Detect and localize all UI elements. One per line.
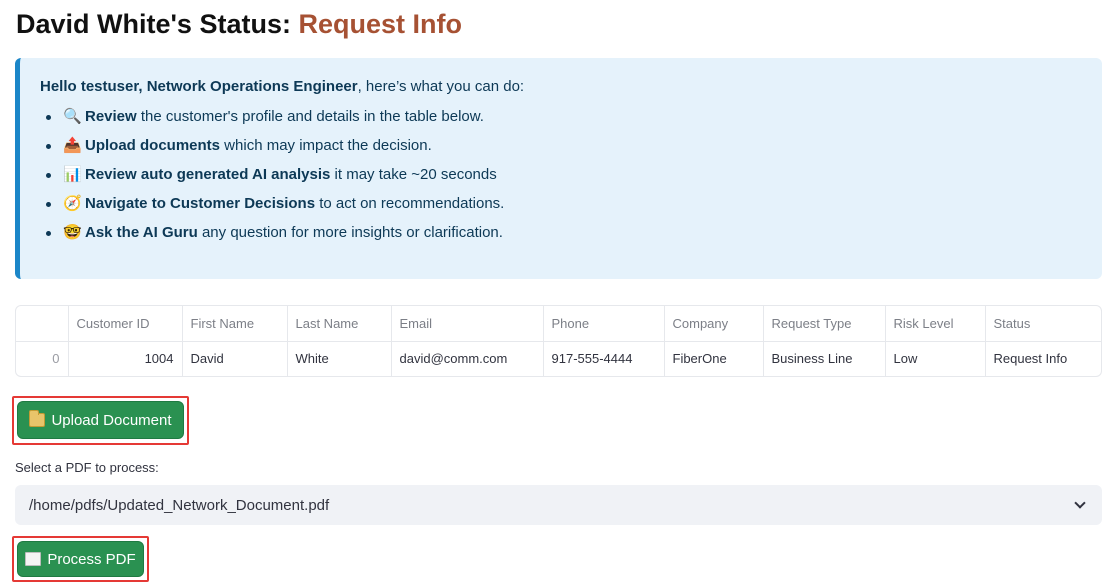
bar-chart-icon: 📊 (63, 166, 82, 183)
page: David White's Status: Request Info Hello… (0, 0, 1113, 587)
cell-phone[interactable]: 917-555-4444 (543, 341, 665, 376)
info-item-bold: Navigate to Customer Decisions (85, 195, 316, 212)
column-header-status[interactable]: Status (985, 306, 1101, 342)
cell-company[interactable]: FiberOne (664, 341, 764, 376)
table-row: 0 1004 David White david@comm.com 917-55… (16, 341, 1101, 376)
cell-request-type[interactable]: Business Line (763, 341, 886, 376)
info-item-navigate: 🧭 Navigate to Customer Decisions to act o… (40, 195, 1082, 213)
column-header-index[interactable] (16, 306, 69, 342)
info-item-text: to act on recommendations. (315, 195, 505, 212)
info-item-guru: 🤓 Ask the AI Guru any question for more i… (40, 224, 1082, 242)
info-item-text: any question for more insights or clarif… (197, 224, 503, 241)
column-header-phone[interactable]: Phone (543, 306, 665, 342)
cell-index[interactable]: 0 (16, 341, 69, 376)
cell-first-name[interactable]: David (182, 341, 288, 376)
process-pdf-button[interactable]: Process PDF (17, 541, 144, 577)
column-header-customer-id[interactable]: Customer ID (68, 306, 183, 342)
info-item-text: it may take ~20 seconds (330, 166, 497, 183)
column-header-request-type[interactable]: Request Type (763, 306, 886, 342)
info-item-text: which may impact the decision. (220, 137, 432, 154)
compass-icon: 🧭 (63, 195, 82, 212)
pdf-select-value: /home/pdfs/Updated_Network_Document.pdf (29, 496, 330, 514)
info-item-bold: Ask the AI Guru (85, 224, 198, 241)
info-greeting: Hello testuser, Network Operations Engin… (40, 78, 1082, 96)
upload-button-highlight: Upload Document (12, 396, 189, 445)
info-item-review: 🔍 Review the customer's profile and detai… (40, 108, 1082, 126)
column-header-company[interactable]: Company (664, 306, 764, 342)
upload-document-button[interactable]: Upload Document (17, 401, 184, 439)
column-header-last-name[interactable]: Last Name (287, 306, 392, 342)
cell-last-name[interactable]: White (287, 341, 392, 376)
info-item-upload: 📤 Upload documents which may impact the d… (40, 137, 1082, 155)
cell-risk-level[interactable]: Low (885, 341, 986, 376)
page-title-status: Request Info (298, 9, 462, 39)
cell-email[interactable]: david@comm.com (391, 341, 544, 376)
chevron-down-icon (1074, 497, 1086, 509)
upload-document-label: Upload Document (51, 411, 172, 429)
column-header-email[interactable]: Email (391, 306, 544, 342)
column-header-risk-level[interactable]: Risk Level (885, 306, 986, 342)
column-header-first-name[interactable]: First Name (182, 306, 288, 342)
process-pdf-label: Process PDF (47, 550, 136, 568)
process-button-highlight: Process PDF (12, 536, 149, 582)
page-title: David White's Status: Request Info (16, 9, 462, 40)
greeting-rest: , here’s what you can do: (357, 78, 525, 95)
pdf-select-label: Select a PDF to process: (15, 460, 159, 475)
info-list: 🔍 Review the customer's profile and detai… (40, 108, 1082, 242)
info-item-bold: Review auto generated AI analysis (85, 166, 331, 183)
pdf-select[interactable]: /home/pdfs/Updated_Network_Document.pdf (15, 485, 1102, 525)
greeting-bold: Hello testuser, Network Operations Engin… (40, 78, 358, 95)
folder-icon (29, 410, 46, 427)
info-item-bold: Upload documents (85, 137, 221, 154)
cell-status[interactable]: Request Info (985, 341, 1101, 376)
outbox-tray-icon: 📤 (63, 137, 82, 154)
info-callout: Hello testuser, Network Operations Engin… (15, 58, 1102, 279)
magnifier-icon: 🔍 (63, 108, 82, 125)
cell-customer-id[interactable]: 1004 (68, 341, 183, 376)
info-item-text: the customer's profile and details in th… (136, 108, 484, 125)
nerd-face-icon: 🤓 (63, 224, 82, 241)
info-item-bold: Review (85, 108, 137, 125)
document-icon (25, 552, 42, 566)
customer-table[interactable]: Customer ID First Name Last Name Email P… (15, 305, 1102, 377)
info-item-analysis: 📊 Review auto generated AI analysis it ma… (40, 166, 1082, 184)
page-title-prefix: David White's Status: (16, 9, 299, 39)
table-header-row: Customer ID First Name Last Name Email P… (16, 306, 1101, 342)
